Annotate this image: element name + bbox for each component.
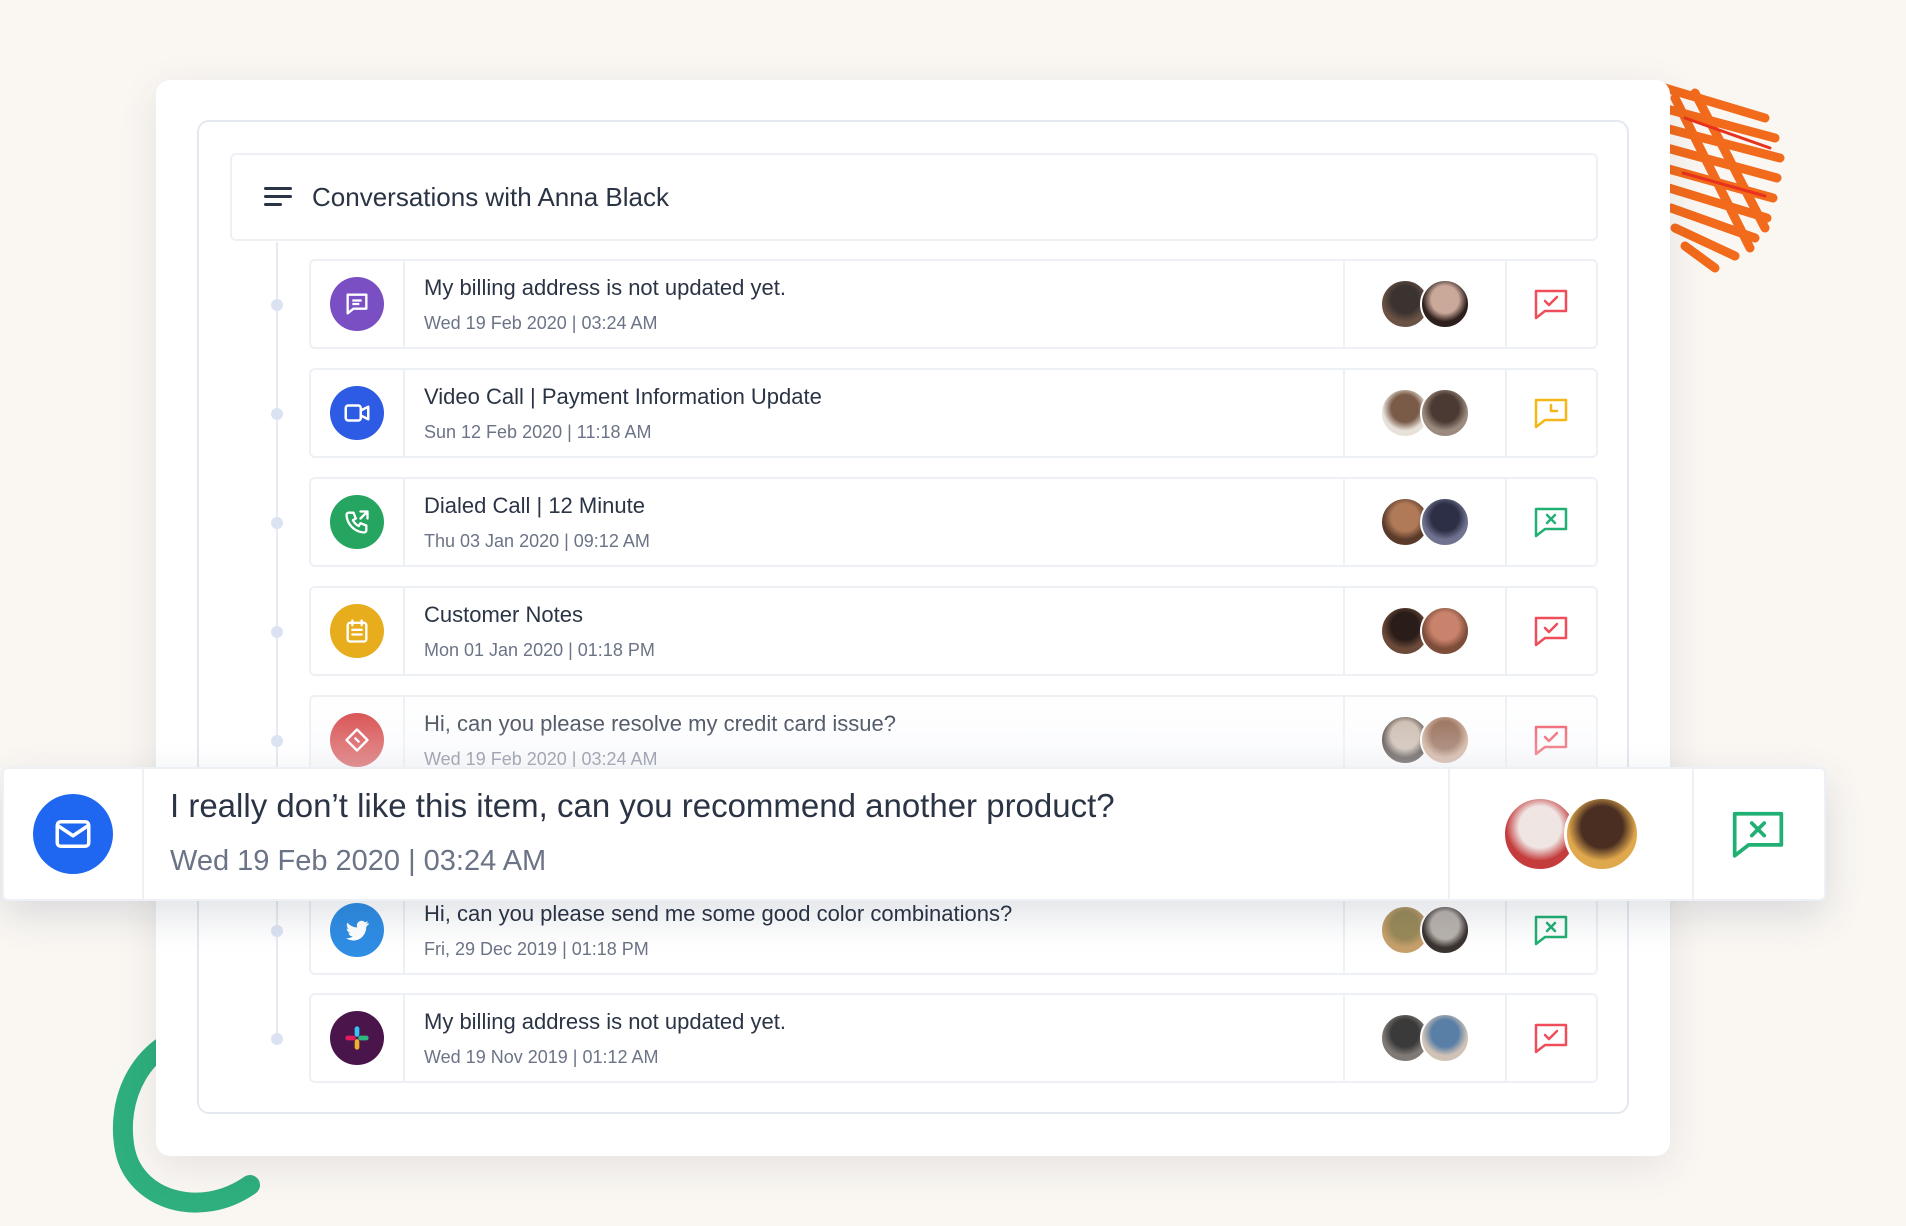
ticket-icon xyxy=(330,713,384,767)
conversation-title: My billing address is not updated yet. xyxy=(424,275,786,300)
slack-icon xyxy=(330,1011,384,1065)
video-camera-icon xyxy=(330,386,384,440)
phone-call-icon xyxy=(330,495,384,549)
closed-chat-icon[interactable] xyxy=(1533,506,1569,538)
conversation-timestamp: Wed 19 Nov 2019 | 01:12 AM xyxy=(424,1047,659,1067)
participants xyxy=(1343,588,1507,674)
conversation-timestamp: Wed 19 Feb 2020 | 03:24 AM xyxy=(170,845,547,877)
timeline-dot xyxy=(271,925,283,937)
conversation-title: Hi, can you please send me some good col… xyxy=(424,901,1013,926)
avatar xyxy=(1420,279,1470,329)
channel-cell xyxy=(311,370,405,456)
conversation-title: Hi, can you please resolve my credit car… xyxy=(424,711,896,736)
status-cell[interactable] xyxy=(1692,769,1824,899)
conversation-row[interactable]: My billing address is not updated yet. W… xyxy=(309,993,1598,1083)
twitter-icon xyxy=(330,903,384,957)
pending-chat-icon[interactable] xyxy=(1533,397,1569,429)
conversation-row[interactable]: My billing address is not updated yet. W… xyxy=(309,259,1598,349)
channel-cell xyxy=(311,479,405,565)
avatar xyxy=(1420,606,1470,656)
resolved-chat-icon[interactable] xyxy=(1533,724,1569,756)
avatar xyxy=(1420,1013,1470,1063)
status-cell[interactable] xyxy=(1505,995,1596,1081)
conversation-timestamp: Wed 19 Feb 2020 | 03:24 AM xyxy=(424,313,658,333)
conversation-title: My billing address is not updated yet. xyxy=(424,1009,786,1034)
conversation-title: I really don’t like this item, can you r… xyxy=(170,787,1115,824)
timeline-dot xyxy=(271,1033,283,1045)
channel-cell xyxy=(311,261,405,347)
participants xyxy=(1343,261,1507,347)
list-menu-icon[interactable] xyxy=(264,186,292,208)
conversation-row[interactable]: Dialed Call | 12 Minute Thu 03 Jan 2020 … xyxy=(309,477,1598,567)
conversation-timestamp: Mon 01 Jan 2020 | 01:18 PM xyxy=(424,640,655,660)
timeline-dot xyxy=(271,735,283,747)
conversation-row[interactable]: Video Call | Payment Information Update … xyxy=(309,368,1598,458)
resolved-chat-icon[interactable] xyxy=(1533,615,1569,647)
avatar xyxy=(1420,497,1470,547)
notes-icon xyxy=(330,604,384,658)
conversation-title: Dialed Call | 12 Minute xyxy=(424,493,645,518)
participants xyxy=(1343,995,1507,1081)
chat-bubble-icon xyxy=(330,277,384,331)
resolved-chat-icon[interactable] xyxy=(1533,1022,1569,1054)
timeline-dot xyxy=(271,626,283,638)
status-cell[interactable] xyxy=(1505,479,1596,565)
channel-cell xyxy=(4,769,144,899)
resolved-chat-icon[interactable] xyxy=(1533,288,1569,320)
closed-chat-icon[interactable] xyxy=(1533,914,1569,946)
conversation-timestamp: Sun 12 Feb 2020 | 11:18 AM xyxy=(424,422,652,442)
timeline-dot xyxy=(271,517,283,529)
conversation-timestamp: Fri, 29 Dec 2019 | 01:18 PM xyxy=(424,939,649,959)
conversation-title: Customer Notes xyxy=(424,602,583,627)
status-cell[interactable] xyxy=(1505,370,1596,456)
conversation-timestamp: Thu 03 Jan 2020 | 09:12 AM xyxy=(424,531,650,551)
participants xyxy=(1448,769,1694,899)
page-title: Conversations with Anna Black xyxy=(312,181,669,212)
channel-cell xyxy=(311,995,405,1081)
orange-scribble-decoration xyxy=(1658,83,1785,273)
avatar xyxy=(1420,905,1470,955)
timeline-dot xyxy=(271,408,283,420)
avatar xyxy=(1420,715,1470,765)
panel-header: Conversations with Anna Black xyxy=(230,153,1598,241)
timeline-dot xyxy=(271,299,283,311)
mail-icon xyxy=(33,794,113,874)
participants xyxy=(1343,479,1507,565)
status-cell[interactable] xyxy=(1505,261,1596,347)
closed-chat-icon[interactable] xyxy=(1730,809,1786,859)
status-cell[interactable] xyxy=(1505,588,1596,674)
timeline-line xyxy=(276,242,278,1042)
participants xyxy=(1343,370,1507,456)
avatar xyxy=(1564,796,1640,872)
conversation-title: Video Call | Payment Information Update xyxy=(424,384,822,409)
highlighted-conversation-row[interactable]: I really don’t like this item, can you r… xyxy=(2,767,1826,901)
channel-cell xyxy=(311,588,405,674)
conversation-row[interactable]: Customer Notes Mon 01 Jan 2020 | 01:18 P… xyxy=(309,586,1598,676)
avatar xyxy=(1420,388,1470,438)
